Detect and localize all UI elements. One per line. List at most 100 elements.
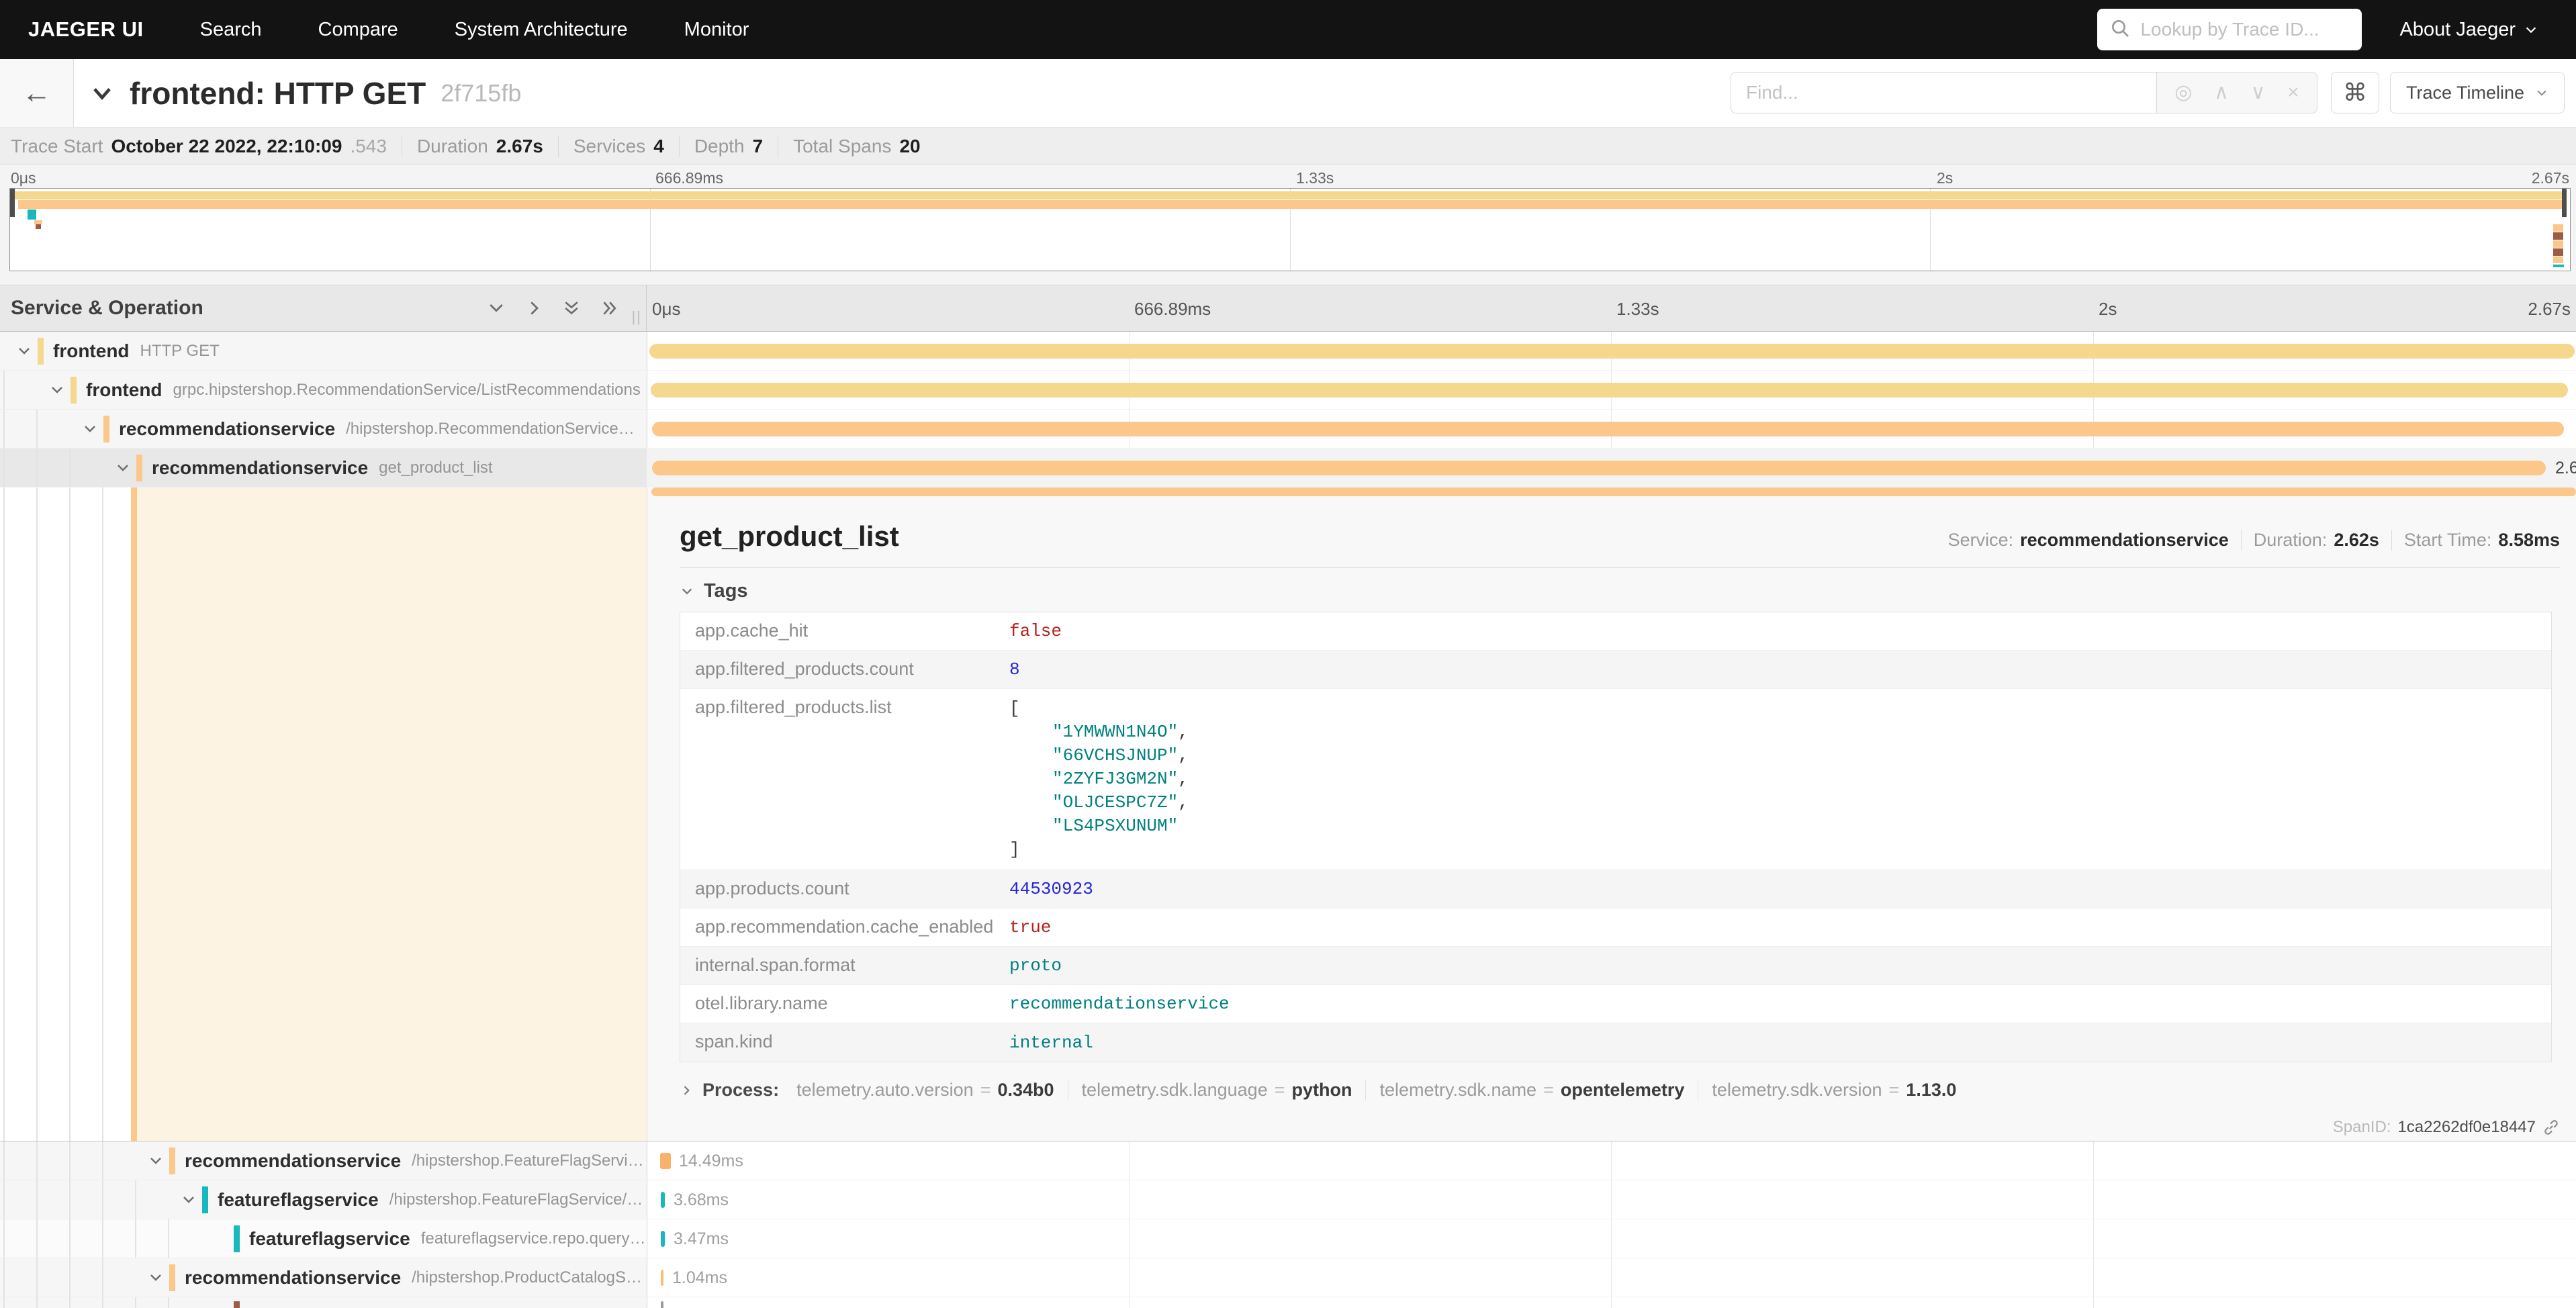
about-jaeger-menu[interactable]: About Jaeger bbox=[2399, 19, 2538, 41]
span-duration-bar[interactable] bbox=[660, 1153, 671, 1169]
span-row-partial[interactable] bbox=[0, 1297, 2576, 1308]
span-duration-bar[interactable] bbox=[649, 344, 2575, 359]
trace-start-fraction: .543 bbox=[350, 136, 387, 157]
trace-collapse-chevron-icon[interactable] bbox=[89, 81, 115, 106]
span-timeline-cell[interactable]: 2.62s bbox=[647, 449, 2576, 487]
tag-key: app.cache_hit bbox=[680, 612, 1009, 649]
process-key: telemetry.sdk.version bbox=[1712, 1080, 1882, 1101]
tags-section-toggle[interactable]: Tags bbox=[680, 580, 767, 602]
nav-item-search[interactable]: Search bbox=[200, 19, 262, 41]
tag-value: false bbox=[1009, 613, 1062, 649]
find-clear-icon[interactable]: × bbox=[2287, 83, 2299, 103]
collapse-all-icon[interactable] bbox=[561, 298, 582, 318]
span-service-name: featureflagservice bbox=[249, 1228, 410, 1250]
service-color-bar bbox=[169, 1148, 175, 1174]
span-timeline-cell[interactable]: 1.04ms bbox=[647, 1258, 2576, 1297]
nav-item-system-architecture[interactable]: System Architecture bbox=[455, 19, 628, 41]
span-row-featureflag-get[interactable]: featureflagservice /hipstershop.FeatureF… bbox=[0, 1180, 2576, 1219]
focus-target-icon[interactable]: ◎ bbox=[2174, 83, 2192, 103]
span-duration-bar[interactable] bbox=[661, 1301, 663, 1308]
minimap-left-handle[interactable] bbox=[10, 189, 15, 217]
minimap-span-right-5 bbox=[2553, 256, 2563, 263]
collapse-one-icon[interactable] bbox=[486, 298, 506, 318]
span-expander-chevron-icon[interactable] bbox=[146, 1270, 166, 1286]
tag-value-json-list: [ "1YMWWN1N4O", "66VCHSJNUP", "2ZYFJ3GM2… bbox=[1009, 689, 1189, 870]
json-list-item: "OLJCESPC7Z" bbox=[1052, 792, 1178, 812]
span-row-featureflag-repo-query[interactable]: featureflagservice featureflagservice.re… bbox=[0, 1219, 2576, 1258]
back-arrow-icon: ← bbox=[22, 77, 52, 110]
process-section[interactable]: Process: telemetry.auto.version=0.34b0 t… bbox=[680, 1080, 2560, 1101]
process-value: opentelemetry bbox=[1561, 1080, 1685, 1101]
expand-one-icon[interactable] bbox=[524, 298, 544, 318]
service-operation-title: Service & Operation bbox=[11, 297, 203, 320]
span-name-cell[interactable] bbox=[0, 1297, 647, 1308]
tag-key: app.recommendation.cache_enabled bbox=[680, 908, 1009, 945]
minimap-canvas[interactable] bbox=[9, 188, 2571, 271]
nav-item-compare[interactable]: Compare bbox=[318, 19, 398, 41]
span-duration-bar[interactable] bbox=[652, 461, 2546, 475]
depth-label: Depth bbox=[694, 136, 745, 157]
span-operation-name: /hipstershop.FeatureFlagService/Ge... bbox=[389, 1190, 647, 1209]
span-id-row: SpanID: 1ca2262df0e18447 bbox=[680, 1118, 2560, 1137]
span-timeline-cell[interactable]: 14.49ms bbox=[647, 1141, 2576, 1180]
span-name-cell[interactable]: frontend HTTP GET bbox=[0, 332, 647, 371]
json-list-item: "LS4PSXUNUM" bbox=[1052, 816, 1178, 836]
span-operation-name: HTTP GET bbox=[140, 342, 220, 361]
link-icon[interactable] bbox=[2542, 1119, 2560, 1136]
span-row-recommendation-productcatalog[interactable]: recommendationservice /hipstershop.Produ… bbox=[0, 1258, 2576, 1297]
span-operation-name: /hipstershop.RecommendationService/Lis..… bbox=[346, 420, 635, 438]
span-operation-name: featureflagservice.repo.query:fe... bbox=[421, 1229, 647, 1248]
column-resizer-handle[interactable]: || bbox=[632, 308, 642, 326]
span-duration-bar[interactable] bbox=[652, 422, 2564, 436]
span-name-cell[interactable]: featureflagservice /hipstershop.FeatureF… bbox=[0, 1180, 647, 1219]
back-button[interactable]: ← bbox=[0, 59, 74, 127]
span-expander-chevron-icon[interactable] bbox=[14, 343, 34, 359]
span-expander-chevron-icon[interactable] bbox=[80, 421, 100, 437]
span-expander-chevron-icon[interactable] bbox=[113, 460, 133, 476]
minimap-right-handle[interactable] bbox=[2562, 189, 2567, 217]
span-name-cell[interactable]: recommendationservice /hipstershop.Recom… bbox=[0, 410, 647, 449]
json-comma: , bbox=[1178, 769, 1189, 789]
span-duration-bar[interactable] bbox=[651, 383, 2568, 398]
span-name-cell[interactable]: recommendationservice /hipstershop.Featu… bbox=[0, 1141, 647, 1180]
span-timeline-cell[interactable] bbox=[647, 1297, 2576, 1308]
span-row-recommendation-featureflag[interactable]: recommendationservice /hipstershop.Featu… bbox=[0, 1141, 2576, 1180]
indent-guides bbox=[0, 371, 33, 409]
span-name-cell[interactable]: recommendationservice get_product_list bbox=[0, 449, 647, 487]
span-row-recommendation-server[interactable]: recommendationservice /hipstershop.Recom… bbox=[0, 410, 2576, 449]
app-logo[interactable]: JAEGER UI bbox=[28, 17, 144, 42]
span-duration-bar[interactable] bbox=[661, 1231, 665, 1247]
trace-view-selector[interactable]: Trace Timeline bbox=[2390, 72, 2565, 113]
tag-key: app.filtered_products.list bbox=[680, 689, 1009, 726]
find-prev-icon[interactable]: ∧ bbox=[2214, 83, 2229, 103]
span-name-cell[interactable]: frontend grpc.hipstershop.Recommendation… bbox=[0, 371, 647, 410]
expand-all-icon[interactable] bbox=[599, 298, 619, 318]
process-key: telemetry.sdk.name bbox=[1379, 1080, 1536, 1101]
span-duration-bar[interactable] bbox=[661, 1192, 665, 1208]
span-expander-chevron-icon[interactable] bbox=[179, 1192, 199, 1208]
span-row-frontend-http-get[interactable]: frontend HTTP GET bbox=[0, 332, 2576, 371]
jaeger-trace-page: JAEGER UI Search Compare System Architec… bbox=[0, 0, 2576, 1308]
span-expander-chevron-icon[interactable] bbox=[146, 1153, 166, 1169]
total-spans-label: Total Spans bbox=[793, 136, 891, 157]
chevron-down-icon bbox=[2524, 22, 2538, 37]
span-name-cell[interactable]: recommendationservice /hipstershop.Produ… bbox=[0, 1258, 647, 1297]
duration-label: Duration bbox=[417, 136, 488, 157]
span-timeline-cell[interactable] bbox=[647, 371, 2576, 410]
nav-item-monitor[interactable]: Monitor bbox=[684, 19, 749, 41]
depth-value: 7 bbox=[753, 136, 764, 157]
span-name-cell[interactable]: featureflagservice featureflagservice.re… bbox=[0, 1219, 647, 1258]
span-timeline-cell[interactable] bbox=[647, 332, 2576, 371]
span-timeline-cell[interactable]: 3.47ms bbox=[647, 1219, 2576, 1258]
span-duration-bar[interactable] bbox=[661, 1270, 663, 1286]
find-input[interactable] bbox=[1731, 72, 2156, 113]
span-timeline-cell[interactable]: 3.68ms bbox=[647, 1180, 2576, 1219]
span-expander-chevron-icon[interactable] bbox=[47, 382, 67, 398]
top-navbar: JAEGER UI Search Compare System Architec… bbox=[0, 0, 2576, 59]
span-row-frontend-grpc[interactable]: frontend grpc.hipstershop.Recommendation… bbox=[0, 371, 2576, 410]
keyboard-shortcuts-button[interactable]: ⌘ bbox=[2331, 72, 2379, 113]
span-row-get-product-list[interactable]: recommendationservice get_product_list 2… bbox=[0, 449, 2576, 487]
span-timeline-cell[interactable] bbox=[647, 410, 2576, 449]
find-next-icon[interactable]: ∨ bbox=[2251, 83, 2266, 103]
trace-id-lookup-input[interactable]: Lookup by Trace ID... bbox=[2097, 9, 2362, 50]
